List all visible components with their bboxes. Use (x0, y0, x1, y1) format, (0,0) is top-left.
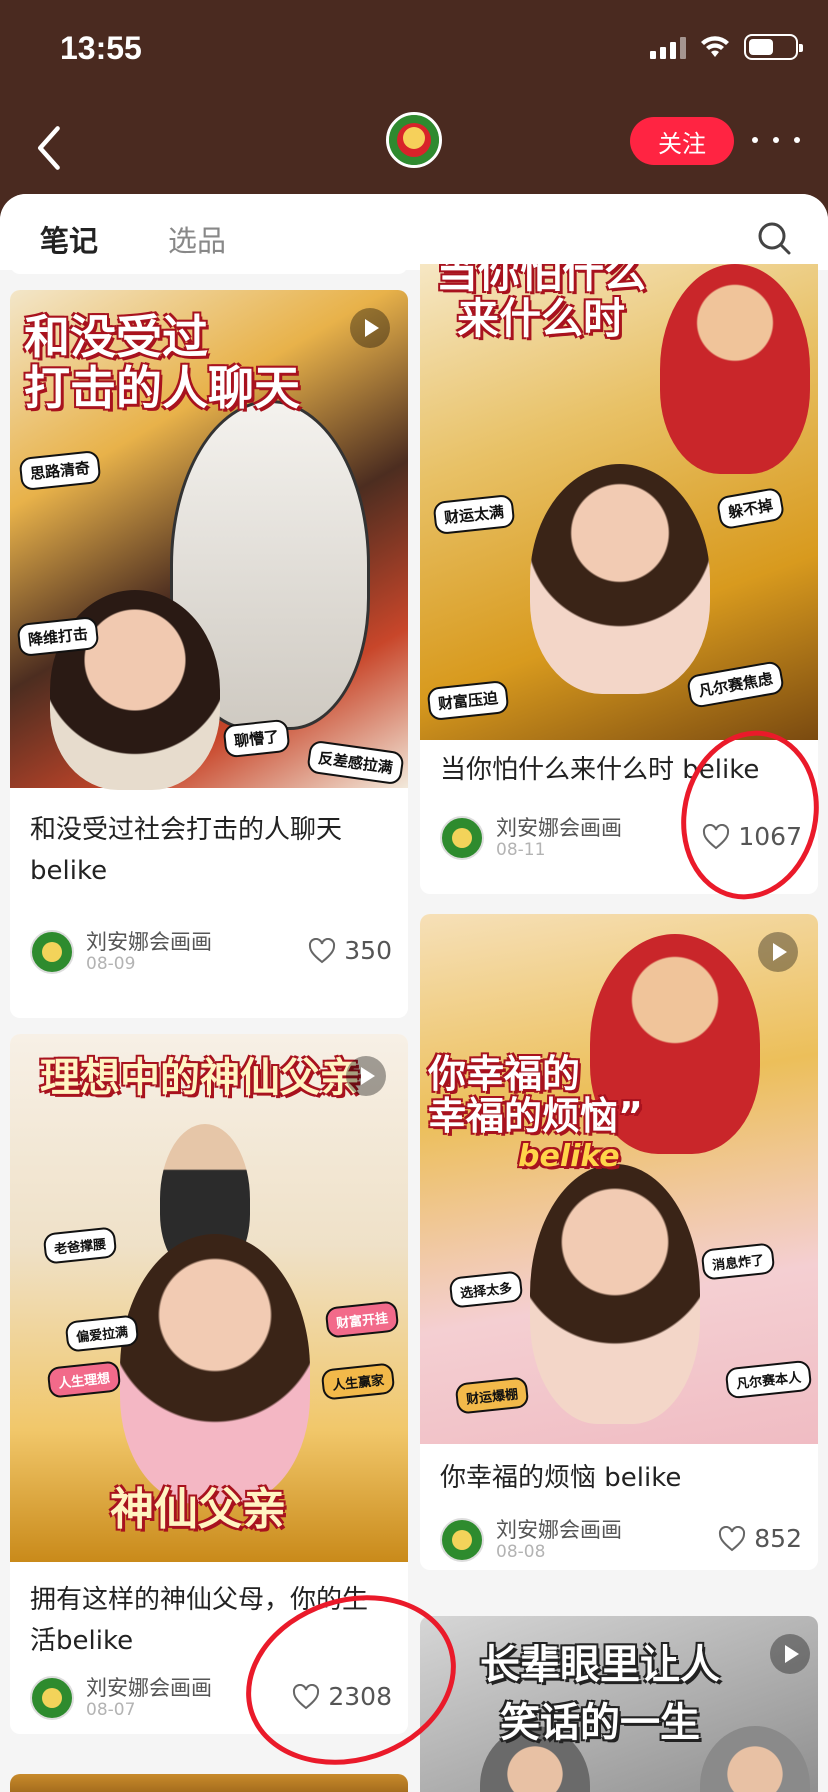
cover-subtitle: belike (518, 1139, 620, 1174)
note-card[interactable]: 长辈眼里让人 笑话的一生 (420, 1616, 818, 1792)
more-options-icon[interactable] (752, 122, 800, 158)
author-name[interactable]: 刘安娜会画画 (496, 812, 622, 842)
note-meta: 刘安娜会画画 08-09 350 (30, 930, 392, 974)
cover-sticker: 凡尔赛焦虑 (685, 660, 786, 709)
cover-sticker: 老爸撑腰 (42, 1226, 118, 1265)
cover-sticker: 聊懵了 (222, 718, 291, 759)
video-play-icon (758, 932, 798, 972)
note-card[interactable]: 和没受过 打击的人聊天 思路清奇 降维打击 聊懵了 反差感拉满 和没受过社会打击… (10, 290, 408, 1018)
content-sheet: 笔记 选品 和没受过 打击的人聊天 思路清奇 降维打击 聊懵了 反差感拉满 和没… (0, 194, 828, 1792)
note-date: 08-08 (496, 1542, 546, 1562)
like-count: 350 (344, 936, 392, 965)
girl-figure (530, 1164, 700, 1424)
cover-sticker: 人生理想 (46, 1360, 122, 1399)
tab-picks[interactable]: 选品 (168, 218, 226, 260)
note-title[interactable]: 你幸福的烦恼 belike (440, 1458, 798, 1499)
cover-title: 当你怕什么 来什么时 (436, 264, 647, 344)
note-cover-image[interactable]: 和没受过 打击的人聊天 思路清奇 降维打击 聊懵了 反差感拉满 (10, 290, 408, 790)
cover-sticker: 财运太满 (432, 493, 516, 536)
note-meta: 刘安娜会画画 08-08 852 (440, 1518, 802, 1562)
cover-sticker: 人生赢家 (320, 1362, 396, 1401)
author-avatar[interactable] (440, 816, 484, 860)
cover-title: 你幸福的 幸福的烦恼” (428, 1052, 643, 1138)
note-date: 08-09 (86, 954, 136, 974)
author-avatar[interactable] (30, 1676, 74, 1720)
note-cover-image[interactable]: 理想中的神仙父亲 神仙父亲 老爸撑腰 偏爱拉满 人生理想 财富开挂 人生赢家 (10, 1034, 408, 1562)
note-date: 08-11 (496, 840, 546, 860)
note-card-partial[interactable] (10, 1774, 408, 1792)
cover-sticker: 选择太多 (448, 1270, 524, 1309)
tab-notes[interactable]: 笔记 (40, 218, 98, 260)
battery-icon (744, 34, 803, 60)
status-time: 13:55 (60, 30, 142, 66)
tab-bar: 笔记 选品 (0, 194, 828, 270)
note-title[interactable]: 和没受过社会打击的人聊天belike (30, 810, 388, 892)
cover-sticker: 消息炸了 (700, 1242, 776, 1281)
cover-sticker: 思路清奇 (18, 449, 102, 492)
girl-figure (120, 1234, 310, 1504)
cover-title: 理想中的神仙父亲 (40, 1055, 360, 1101)
status-bar: 13:55 (0, 0, 828, 100)
like-count: 852 (754, 1524, 802, 1553)
video-play-icon (350, 308, 390, 348)
wifi-icon (701, 36, 729, 57)
author-avatar[interactable] (30, 930, 74, 974)
follow-button[interactable]: 关注 (630, 117, 734, 165)
video-play-icon (770, 1634, 810, 1674)
heart-icon (719, 1525, 746, 1551)
like-button[interactable]: 852 (718, 1524, 802, 1553)
note-card[interactable]: 你幸福的 幸福的烦恼” belike 选择太多 消息炸了 财运爆棚 凡尔赛本人 … (420, 914, 818, 1570)
cover-sticker: 财运爆棚 (454, 1376, 530, 1415)
cover-title: 和没受过 打击的人聊天 (24, 310, 300, 415)
author-name[interactable]: 刘安娜会画画 (86, 1672, 212, 1702)
back-arrow-icon[interactable] (30, 124, 70, 172)
cover-sticker: 财富开挂 (324, 1300, 400, 1339)
note-card-partial (10, 264, 408, 274)
like-button[interactable]: 350 (308, 936, 392, 965)
cover-title: 长辈眼里让人 笑话的一生 (480, 1642, 720, 1746)
cover-sticker: 躲不掉 (715, 486, 786, 531)
author-avatar[interactable] (440, 1518, 484, 1562)
cover-footer-text: 神仙父亲 (110, 1484, 286, 1535)
cover-sticker: 反差感拉满 (306, 739, 405, 786)
cellular-signal-icon (650, 35, 686, 59)
cover-sticker: 财富压迫 (426, 679, 510, 722)
video-play-icon (346, 1056, 386, 1096)
author-name[interactable]: 刘安娜会画画 (496, 1514, 622, 1544)
note-cover-image[interactable]: 你幸福的 幸福的烦恼” belike 选择太多 消息炸了 财运爆棚 凡尔赛本人 (420, 914, 818, 1444)
god-of-wealth-figure (660, 264, 810, 474)
status-icons (650, 34, 803, 60)
note-date: 08-07 (86, 1700, 136, 1720)
author-name[interactable]: 刘安娜会画画 (86, 926, 212, 956)
search-icon[interactable] (756, 220, 792, 256)
heart-icon (309, 937, 336, 963)
girl-figure (530, 464, 710, 694)
note-cover-image[interactable]: 当你怕什么 来什么时 财运太满 躲不掉 财富压迫 凡尔赛焦虑 (420, 264, 818, 740)
profile-avatar[interactable] (386, 112, 442, 168)
cover-sticker: 凡尔赛本人 (724, 1359, 813, 1400)
